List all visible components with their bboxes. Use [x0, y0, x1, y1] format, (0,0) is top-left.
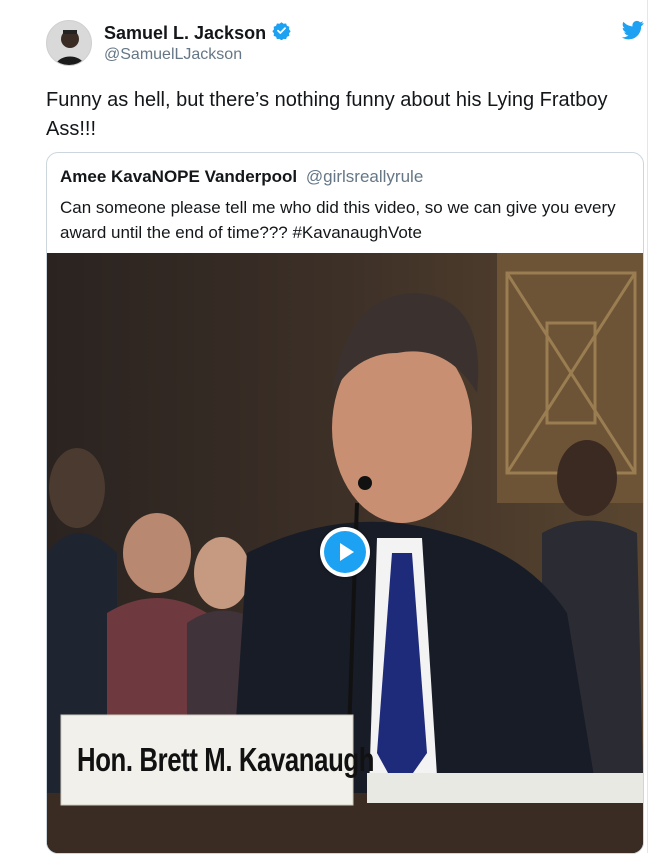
quoted-author-name[interactable]: Amee KavaNOPE Vanderpool [60, 167, 297, 186]
nameplate-label: Hon. Brett M. Kavanaugh [77, 741, 375, 778]
twitter-bird-icon[interactable] [621, 20, 644, 45]
author-handle[interactable]: @SamuelLJackson [104, 46, 242, 64]
video-player[interactable]: Hon. Brett M. Kavanaugh [47, 253, 643, 853]
author-name-row[interactable]: Samuel L. Jackson [104, 21, 291, 45]
play-icon [324, 531, 366, 573]
avatar[interactable] [46, 20, 92, 66]
quoted-tweet-text: Can someone please tell me who did this … [60, 198, 616, 242]
play-button[interactable] [320, 527, 370, 577]
tweet-card: Samuel L. Jackson @SamuelLJackson Funny … [0, 0, 648, 854]
quoted-tweet[interactable]: Amee KavaNOPE Vanderpool @girlsreallyrul… [46, 152, 644, 854]
quoted-tweet-header: Amee KavaNOPE Vanderpool @girlsreallyrul… [60, 167, 423, 187]
verified-badge-icon [272, 21, 291, 45]
quoted-author-handle[interactable]: @girlsreallyrule [306, 167, 423, 186]
author-name[interactable]: Samuel L. Jackson [104, 23, 266, 44]
tweet-text: Funny as hell, but there’s nothing funny… [46, 89, 608, 140]
